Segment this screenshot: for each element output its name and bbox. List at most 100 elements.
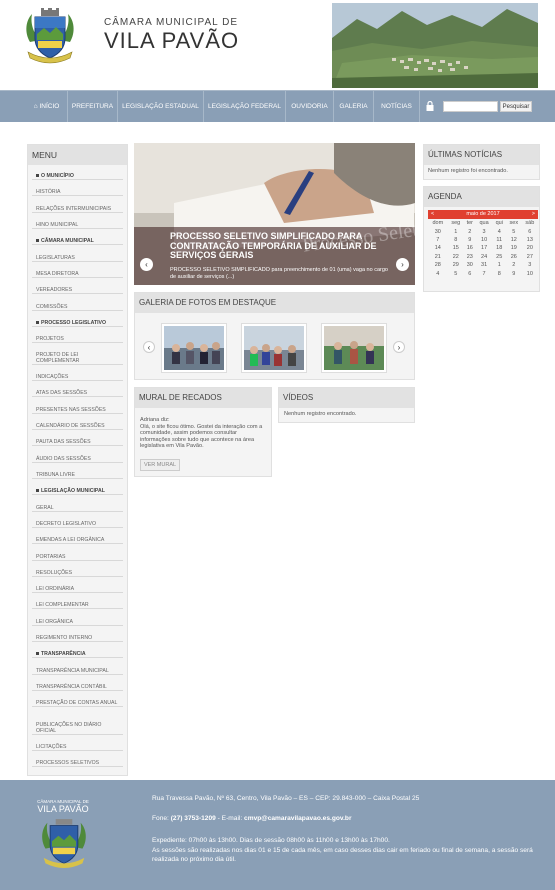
menu-item-25[interactable]: LEI ORDINÁRIA	[32, 586, 123, 593]
calendar-day[interactable]: 18	[493, 244, 506, 252]
calendar-day[interactable]: 3	[476, 227, 493, 235]
calendar-day[interactable]: 26	[506, 253, 522, 261]
nav-prefeitura[interactable]: PREFEITURA	[68, 91, 118, 122]
menu-section-19[interactable]: LEGISLAÇÃO MUNICIPAL	[32, 488, 123, 495]
calendar-day[interactable]: 7	[428, 236, 448, 244]
menu-item-13[interactable]: ATAS DAS SESSÕES	[32, 390, 123, 397]
calendar-day[interactable]: 4	[493, 227, 506, 235]
menu-item-27[interactable]: LEI ORGÂNICA	[32, 619, 123, 626]
menu-item-10[interactable]: PROJETOS	[32, 336, 123, 343]
menu-item-23[interactable]: PORTARIAS	[32, 554, 123, 561]
menu-item-21[interactable]: DECRETO LEGISLATIVO	[32, 521, 123, 528]
calendar-day[interactable]: 13	[522, 236, 538, 244]
calendar-day[interactable]: 30	[428, 227, 448, 235]
calendar-day[interactable]: 9	[464, 236, 476, 244]
menu-section-29[interactable]: TRANSPARÊNCIA	[32, 651, 123, 658]
slider-headline[interactable]: PROCESSO SELETIVO SIMPLIFICADO PARA CONT…	[170, 231, 390, 261]
menu-section-9[interactable]: PROCESSO LEGISLATIVO	[32, 320, 123, 327]
menu-item-34[interactable]: LICITAÇÕES	[32, 744, 123, 751]
calendar-day[interactable]: 8	[493, 269, 506, 277]
calendar-day[interactable]: 27	[522, 253, 538, 261]
calendar-day[interactable]: 12	[506, 236, 522, 244]
menu-item-11[interactable]: PROJETO DE LEI COMPLEMENTAR	[32, 352, 123, 365]
gallery-next-button[interactable]: ›	[393, 341, 405, 353]
menu-item-28[interactable]: REGIMENTO INTERNO	[32, 635, 123, 642]
calendar-day[interactable]: 21	[428, 253, 448, 261]
calendar-day[interactable]: 4	[428, 269, 448, 277]
nav-noticias[interactable]: NOTÍCIAS	[374, 91, 420, 122]
menu-item-20[interactable]: GERAL	[32, 505, 123, 512]
slider-next-button[interactable]: ›	[396, 258, 409, 271]
menu-item-33[interactable]: PUBLICAÇÕES NO DIÁRIO OFICIAL	[32, 722, 123, 735]
menu-item-2[interactable]: RELAÇÕES INTERMUNICIPAIS	[32, 206, 123, 213]
nav-galeria[interactable]: GALERIA	[334, 91, 374, 122]
menu-item-18[interactable]: TRIBUNA LIVRE	[32, 472, 123, 479]
menu-item-35[interactable]: PROCESSOS SELETIVOS	[32, 760, 123, 767]
menu-item-30[interactable]: TRANSPARÊNCIA MUNICIPAL	[32, 668, 123, 675]
menu-item-17[interactable]: ÁUDIO DAS SESSÕES	[32, 456, 123, 463]
menu-item-7[interactable]: VEREADORES	[32, 287, 123, 294]
calendar-day[interactable]: 29	[448, 261, 464, 269]
menu-item-6[interactable]: MESA DIRETORA	[32, 271, 123, 278]
menu-section-0[interactable]: O MUNICÍPIO	[32, 173, 123, 180]
calendar-day[interactable]: 30	[464, 261, 476, 269]
menu-item-16[interactable]: PAUTA DAS SESSÕES	[32, 439, 123, 446]
calendar-day[interactable]: 8	[448, 236, 464, 244]
nav-home[interactable]: ⌂ INÍCIO	[26, 91, 68, 122]
calendar-day[interactable]: 20	[522, 244, 538, 252]
calendar-day[interactable]: 22	[448, 253, 464, 261]
view-mural-button[interactable]: VER MURAL	[140, 459, 180, 471]
calendar-day[interactable]: 15	[448, 244, 464, 252]
calendar-day[interactable]: 7	[476, 269, 493, 277]
menu-item-14[interactable]: PRESENTES NAS SESSÕES	[32, 407, 123, 414]
coat-of-arms-logo[interactable]	[24, 8, 76, 66]
nav-ouvidoria[interactable]: OUVIDORIA	[286, 91, 334, 122]
calendar-day[interactable]: 6	[522, 227, 538, 235]
search-input[interactable]	[443, 101, 498, 112]
calendar-day[interactable]: 5	[506, 227, 522, 235]
menu-item-15[interactable]: CALENDÁRIO DE SESSÕES	[32, 423, 123, 430]
calendar-day[interactable]: 9	[506, 269, 522, 277]
calendar-day[interactable]: 25	[493, 253, 506, 261]
menu-section-4[interactable]: CÂMARA MUNICIPAL	[32, 238, 123, 245]
menu-item-12[interactable]: INDICAÇÕES	[32, 374, 123, 381]
nav-legislacao-federal[interactable]: LEGISLAÇÃO FEDERAL	[204, 91, 286, 122]
calendar-day[interactable]: 14	[428, 244, 448, 252]
calendar-day[interactable]: 3	[522, 261, 538, 269]
menu-item-24[interactable]: RESOLUÇÕES	[32, 570, 123, 577]
nav-legislacao-estadual[interactable]: LEGISLAÇÃO ESTADUAL	[118, 91, 204, 122]
calendar-day[interactable]: 10	[476, 236, 493, 244]
search-button[interactable]: Pesquisar	[500, 101, 532, 112]
calendar-day[interactable]: 1	[493, 261, 506, 269]
calendar-day[interactable]: 24	[476, 253, 493, 261]
footer-email-link[interactable]: cmvp@camaravilapavao.es.gov.br	[244, 815, 351, 822]
calendar-prev-icon[interactable]: <	[431, 210, 434, 219]
menu-item-3[interactable]: HINO MUNICIPAL	[32, 222, 123, 229]
menu-item-22[interactable]: EMENDAS A LEI ORGÂNICA	[32, 537, 123, 544]
menu-item-26[interactable]: LEI COMPLEMENTAR	[32, 602, 123, 609]
calendar-day[interactable]: 28	[428, 261, 448, 269]
calendar-day[interactable]: 19	[506, 244, 522, 252]
gallery-photo-1[interactable]	[161, 323, 227, 373]
menu-item-5[interactable]: LEGISLATURAS	[32, 255, 123, 262]
calendar-day[interactable]: 2	[464, 227, 476, 235]
gallery-photo-3[interactable]	[321, 323, 387, 373]
lock-icon[interactable]	[420, 91, 440, 122]
calendar-next-icon[interactable]: >	[532, 210, 535, 219]
calendar-day[interactable]: 16	[464, 244, 476, 252]
gallery-photo-2[interactable]	[241, 323, 307, 373]
calendar-day[interactable]: 17	[476, 244, 493, 252]
calendar-day[interactable]: 2	[506, 261, 522, 269]
calendar-day[interactable]: 5	[448, 269, 464, 277]
calendar-day[interactable]: 23	[464, 253, 476, 261]
calendar-day[interactable]: 10	[522, 269, 538, 277]
calendar-day[interactable]: 1	[448, 227, 464, 235]
menu-item-8[interactable]: COMISSÕES	[32, 304, 123, 311]
gallery-prev-button[interactable]: ‹	[143, 341, 155, 353]
menu-item-32[interactable]: PRESTAÇÃO DE CONTAS ANUAL	[32, 700, 123, 707]
menu-item-31[interactable]: TRANSPARÊNCIA CONTÁBIL	[32, 684, 123, 691]
calendar-day[interactable]: 31	[476, 261, 493, 269]
slider-prev-button[interactable]: ‹	[140, 258, 153, 271]
menu-item-1[interactable]: HISTÓRIA	[32, 189, 123, 196]
calendar-day[interactable]: 11	[493, 236, 506, 244]
